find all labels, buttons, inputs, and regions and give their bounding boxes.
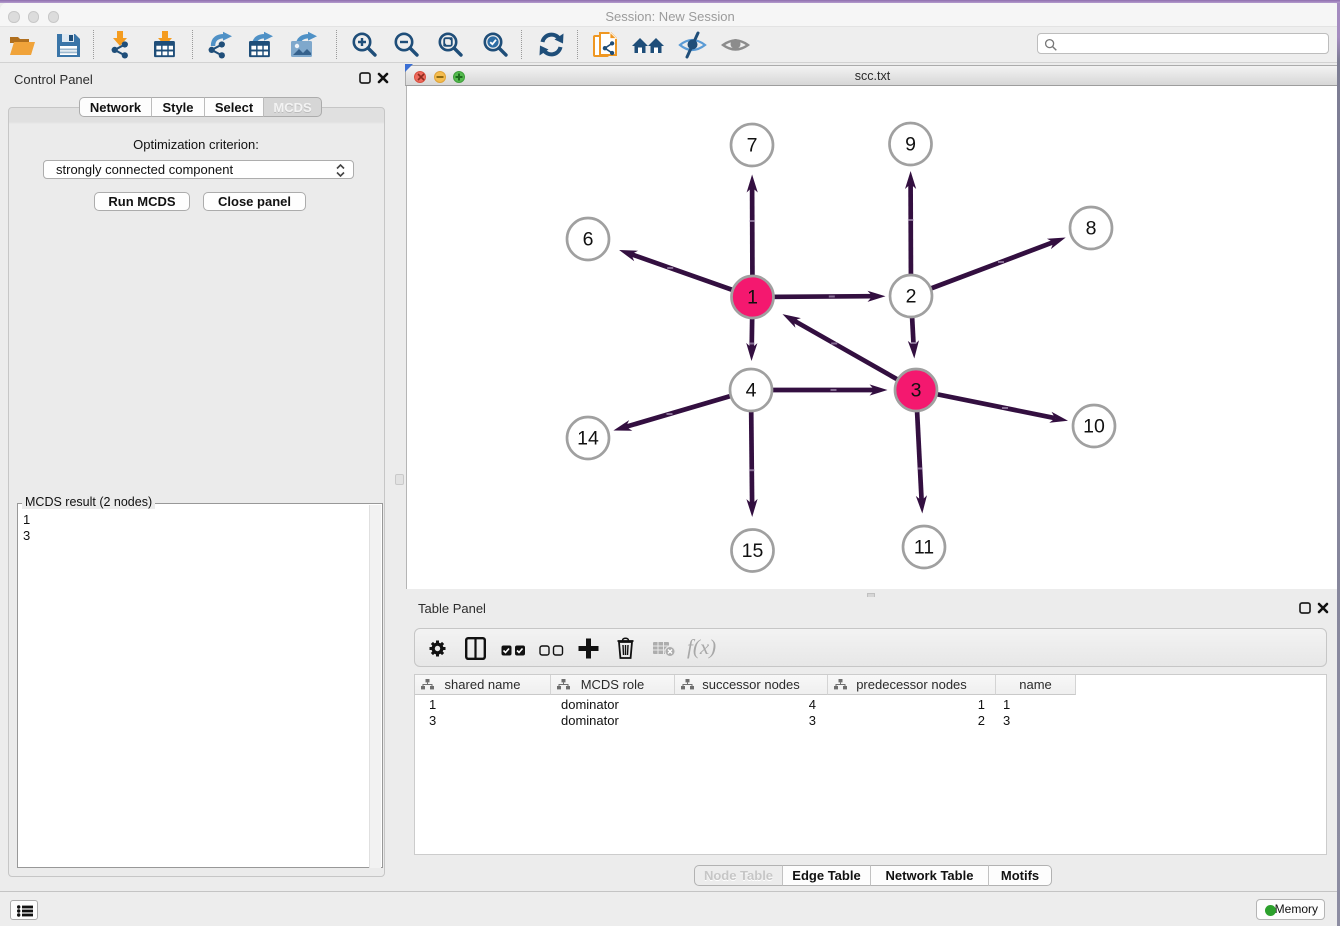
svg-text:1: 1 — [747, 287, 758, 309]
svg-text:7: 7 — [747, 135, 758, 157]
svg-text:15: 15 — [742, 540, 764, 562]
svg-text:10: 10 — [1083, 416, 1105, 438]
svg-text:4: 4 — [746, 380, 757, 402]
svg-text:3: 3 — [911, 380, 922, 402]
svg-text:11: 11 — [914, 537, 934, 559]
svg-text:6: 6 — [583, 229, 594, 251]
svg-text:8: 8 — [1086, 218, 1097, 240]
svg-text:14: 14 — [577, 428, 599, 450]
svg-text:9: 9 — [905, 134, 916, 156]
svg-text:2: 2 — [906, 286, 917, 308]
